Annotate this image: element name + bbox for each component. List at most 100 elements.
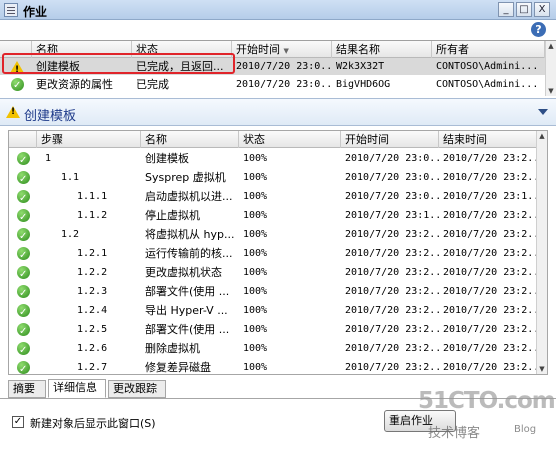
step-name: Sysprep 虚拟机 [145, 171, 226, 184]
sort-desc-icon: ▼ [283, 47, 289, 55]
show-window-checkbox[interactable]: ✓ [12, 416, 24, 428]
steps-col-name[interactable]: 名称 [141, 131, 239, 148]
watermark-main: 51CTO.com [418, 388, 556, 414]
tab-details[interactable]: 详细信息 [48, 379, 106, 398]
watermark-blog: Blog [514, 424, 537, 435]
steps-col-status[interactable]: 状态 [239, 131, 341, 148]
step-name: 删除虚拟机 [145, 342, 200, 355]
jobs-col-start-label: 开始时间 [236, 43, 280, 56]
step-start-time: 2010/7/20 23:1... [345, 210, 439, 221]
step-name: 创建模板 [145, 152, 189, 165]
step-row[interactable]: 1.2.5 部署文件(使用 ... 100% 2010/7/20 23:2... 201… [9, 320, 537, 341]
detail-header: 创建模板 [0, 98, 556, 126]
step-name: 停止虚拟机 [145, 209, 200, 222]
steps-col-step[interactable]: 步骤 [37, 131, 141, 148]
step-row[interactable]: 1.2 将虚拟机从 hyp... 100% 2010/7/20 23:2... 2010… [9, 225, 537, 246]
watermark-sub: 技术博客 [428, 426, 481, 441]
jobs-col-start-time[interactable]: 开始时间 ▼ [232, 41, 332, 58]
success-icon [17, 246, 30, 265]
step-number: 1.2 [61, 229, 80, 240]
step-number: 1.2.3 [77, 286, 108, 297]
step-number: 1.2.5 [77, 324, 108, 335]
step-start-time: 2010/7/20 23:2... [345, 324, 439, 335]
step-start-time: 2010/7/20 23:2... [345, 248, 439, 259]
minimize-button[interactable]: _ [498, 2, 514, 17]
job-result: W2k3X32T [336, 61, 385, 72]
step-status: 100% [243, 191, 268, 202]
step-status: 100% [243, 305, 268, 316]
scroll-down-icon[interactable]: ▼ [537, 364, 547, 374]
step-number: 1.2.7 [77, 362, 108, 373]
success-icon [17, 151, 30, 170]
step-row[interactable]: 1.2.4 导出 Hyper-V ... 100% 2010/7/20 23:2...… [9, 301, 537, 322]
jobs-col-result[interactable]: 结果名称 [332, 41, 432, 58]
success-icon [17, 322, 30, 341]
step-start-time: 2010/7/20 23:2... [345, 229, 439, 240]
step-row[interactable]: 1.2.6 删除虚拟机 100% 2010/7/20 23:2... 2010/7/20… [9, 339, 537, 360]
success-icon [17, 265, 30, 284]
success-icon [17, 227, 30, 246]
steps-header: 步骤 名称 状态 开始时间 结束时间 [9, 131, 537, 148]
job-start-time: 2010/7/20 23:0... [236, 61, 332, 72]
step-row[interactable]: 1.2.2 更改虚拟机状态 100% 2010/7/20 23:2... 2010/7/… [9, 263, 537, 284]
scroll-down-icon[interactable]: ▼ [546, 86, 556, 96]
success-icon [17, 303, 30, 322]
job-result: BigVHD6OG [336, 79, 391, 90]
tab-summary[interactable]: 摘要 [8, 380, 46, 398]
jobs-scrollbar[interactable]: ▲ ▼ [545, 41, 556, 96]
steps-scrollbar[interactable]: ▲ ▼ [536, 131, 547, 374]
step-number: 1 [45, 153, 52, 164]
step-end-time: 2010/7/20 23:2... [443, 286, 537, 297]
help-bar: ? [0, 20, 556, 40]
help-icon[interactable]: ? [531, 22, 546, 37]
step-row[interactable]: 1.1 Sysprep 虚拟机 100% 2010/7/20 23:0... 2010/… [9, 168, 537, 189]
step-end-time: 2010/7/20 23:2... [443, 153, 537, 164]
step-row[interactable]: 1.2.3 部署文件(使用 ... 100% 2010/7/20 23:2... 201… [9, 282, 537, 303]
step-status: 100% [243, 324, 268, 335]
close-button[interactable]: X [534, 2, 550, 17]
step-start-time: 2010/7/20 23:0... [345, 153, 439, 164]
job-start-time: 2010/7/20 23:0... [236, 79, 332, 90]
steps-col-start-time[interactable]: 开始时间 [341, 131, 439, 148]
step-number: 1.1.1 [77, 191, 108, 202]
success-icon [17, 208, 30, 227]
step-status: 100% [243, 172, 268, 183]
step-row[interactable]: 1.2.7 修复差异磁盘 100% 2010/7/20 23:2... 2010/7/2… [9, 358, 537, 379]
job-row[interactable]: 更改资源的属性 已完成 2010/7/20 23:0... BigVHD6OG … [0, 76, 545, 94]
jobs-col-owner[interactable]: 所有者 [432, 41, 545, 58]
success-icon [17, 189, 30, 208]
tab-change-tracking[interactable]: 更改跟踪 [108, 380, 166, 398]
job-status: 已完成 [136, 78, 169, 91]
step-end-time: 2010/7/20 23:2... [443, 267, 537, 278]
collapse-icon[interactable] [538, 109, 548, 115]
step-name: 启动虚拟机以进... [145, 190, 233, 203]
step-start-time: 2010/7/20 23:0... [345, 191, 439, 202]
step-row[interactable]: 1.2.1 运行传输前的核... 100% 2010/7/20 23:2... 2010… [9, 244, 537, 265]
steps-table[interactable]: 步骤 名称 状态 开始时间 结束时间 1 创建模板 100% 2010/7/20 23… [8, 130, 548, 379]
step-row[interactable]: 1 创建模板 100% 2010/7/20 23:0... 2010/7/20 23:2… [9, 149, 537, 170]
warning-icon [6, 106, 20, 118]
step-row[interactable]: 1.1.2 停止虚拟机 100% 2010/7/20 23:1... 2010/7/20… [9, 206, 537, 227]
step-name: 修复差异磁盘 [145, 361, 211, 374]
step-status: 100% [243, 229, 268, 240]
step-status: 100% [243, 153, 268, 164]
steps-col-icon[interactable] [9, 131, 37, 148]
show-window-label: 新建对象后显示此窗口(S) [30, 417, 156, 430]
step-start-time: 2010/7/20 23:2... [345, 267, 439, 278]
step-row[interactable]: 1.1.1 启动虚拟机以进... 100% 2010/7/20 23:0... 2010… [9, 187, 537, 208]
steps-col-end-time[interactable]: 结束时间 [439, 131, 537, 148]
success-icon [17, 284, 30, 303]
step-number: 1.2.4 [77, 305, 108, 316]
step-start-time: 2010/7/20 23:0... [345, 172, 439, 183]
maximize-button[interactable]: □ [516, 2, 532, 17]
step-status: 100% [243, 286, 268, 297]
step-end-time: 2010/7/20 23:2... [443, 324, 537, 335]
scroll-up-icon[interactable]: ▲ [546, 41, 556, 51]
step-status: 100% [243, 362, 268, 373]
step-end-time: 2010/7/20 23:2... [443, 362, 537, 373]
step-end-time: 2010/7/20 23:2... [443, 172, 537, 183]
step-start-time: 2010/7/20 23:2... [345, 362, 439, 373]
step-start-time: 2010/7/20 23:2... [345, 286, 439, 297]
scroll-up-icon[interactable]: ▲ [537, 131, 547, 141]
step-start-time: 2010/7/20 23:2... [345, 343, 439, 354]
